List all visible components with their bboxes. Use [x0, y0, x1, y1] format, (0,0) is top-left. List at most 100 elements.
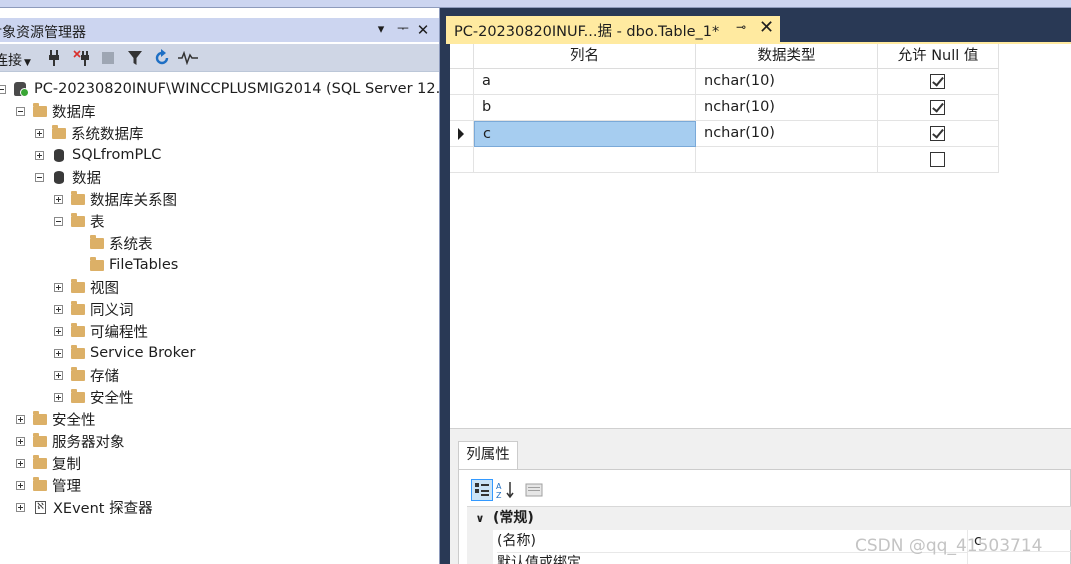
expand-icon[interactable] [35, 128, 44, 138]
tree-node[interactable]: 存储 [54, 364, 119, 386]
tree-node[interactable]: PC-20230820INUF\WINCCPLUSMIG2014 (SQL Se… [0, 78, 440, 100]
tree-node[interactable]: Service Broker [54, 342, 195, 364]
tree-node[interactable]: 安全性 [16, 408, 96, 430]
tree-node-label: 数据 [72, 170, 101, 187]
categorized-view-icon[interactable] [471, 479, 493, 501]
expand-icon[interactable] [16, 458, 25, 468]
allow-null-cell [878, 69, 999, 95]
expand-icon[interactable] [16, 480, 25, 490]
property-pages-icon[interactable] [523, 479, 545, 501]
tree-node[interactable]: SQLfromPLC [35, 144, 161, 166]
close-icon[interactable]: ✕ [414, 20, 432, 40]
tree-node[interactable]: 服务器对象 [16, 430, 125, 452]
data-type-cell[interactable] [696, 147, 878, 173]
expand-icon[interactable] [54, 304, 63, 314]
document-tab-title: PC-20230820INUF...据 - dbo.Table_1* [454, 24, 720, 40]
connect-dropdown-button[interactable]: 连接▼ [0, 50, 31, 70]
connect-plug-icon[interactable] [44, 48, 64, 68]
row-selector[interactable] [450, 121, 474, 147]
document-tab-table-designer[interactable]: PC-20230820INUF...据 - dbo.Table_1* ⊸ ✕ [446, 16, 780, 42]
svg-text:Z: Z [496, 491, 502, 499]
activity-monitor-icon[interactable] [178, 48, 198, 68]
column-name-cell[interactable]: a [474, 69, 696, 95]
folder-icon [90, 234, 104, 249]
refresh-icon[interactable] [152, 48, 172, 68]
watermark-text: CSDN @qq_41503714 [855, 536, 1043, 556]
column-name-cell[interactable] [474, 147, 696, 173]
tree-node[interactable]: 可编程性 [54, 320, 148, 342]
allow-null-checkbox[interactable] [930, 152, 945, 167]
tree-node-label: 系统数据库 [71, 126, 144, 143]
filter-icon[interactable] [125, 48, 145, 68]
xevent-icon: ℵ [35, 500, 46, 514]
properties-toolbar: AZ [467, 476, 1067, 502]
expand-icon[interactable] [54, 194, 63, 204]
expand-icon[interactable] [35, 150, 44, 160]
tree-node[interactable]: 数据库 [16, 100, 96, 122]
folder-icon [33, 454, 47, 469]
expand-icon[interactable] [54, 326, 63, 336]
tree-node[interactable]: ℵ XEvent 探查器 [16, 496, 153, 518]
tree-node[interactable]: 管理 [16, 474, 81, 496]
folder-icon [33, 102, 47, 117]
collapse-icon[interactable] [16, 106, 25, 116]
row-selector[interactable] [450, 69, 474, 95]
tree-node[interactable]: 复制 [16, 452, 81, 474]
object-explorer-toolbar: 连接▼ [0, 44, 439, 72]
collapse-icon[interactable] [0, 84, 6, 94]
expand-icon[interactable] [54, 282, 63, 292]
collapse-icon[interactable] [35, 172, 44, 182]
close-tab-icon[interactable]: ✕ [759, 17, 774, 38]
expand-icon[interactable] [16, 436, 25, 446]
pin-icon[interactable]: ᅮ [394, 20, 412, 40]
data-type-cell[interactable]: nchar(10) [696, 121, 878, 147]
tree-node-label: 视图 [90, 280, 119, 297]
tree-node[interactable]: 系统数据库 [35, 122, 144, 144]
chevron-down-icon: ▼ [24, 58, 31, 68]
object-explorer-title: 对象资源管理器 [0, 25, 86, 41]
data-type-cell[interactable]: nchar(10) [696, 95, 878, 121]
folder-icon [52, 124, 66, 139]
tree-node-label: PC-20230820INUF\WINCCPLUSMIG2014 (SQL Se… [34, 81, 440, 97]
column-name-cell[interactable]: c [474, 121, 696, 147]
column-header-allow-null[interactable]: 允许 Null 值 [878, 44, 999, 69]
allow-null-cell [878, 121, 999, 147]
tree-node[interactable]: 视图 [54, 276, 119, 298]
column-properties-tab[interactable]: 列属性 [458, 441, 518, 469]
folder-icon [71, 388, 85, 403]
column-name-cell[interactable]: b [474, 95, 696, 121]
pin-tab-icon[interactable]: ⊸ [736, 20, 746, 34]
tree-node[interactable]: 数据 [35, 166, 101, 188]
data-type-cell[interactable]: nchar(10) [696, 69, 878, 95]
tree-node[interactable]: 数据库关系图 [54, 188, 177, 210]
tree-node[interactable]: 同义词 [54, 298, 134, 320]
column-header-datatype[interactable]: 数据类型 [696, 44, 878, 69]
tree-node[interactable]: 安全性 [54, 386, 134, 408]
folder-icon [71, 366, 85, 381]
tree-node-label: XEvent 探查器 [53, 500, 153, 517]
row-selector[interactable] [450, 147, 474, 173]
expand-icon[interactable] [16, 414, 25, 424]
server-icon [14, 82, 29, 97]
expand-icon[interactable] [54, 348, 63, 358]
expand-icon[interactable] [54, 392, 63, 402]
expand-icon[interactable] [16, 502, 25, 512]
allow-null-checkbox[interactable] [930, 74, 945, 89]
collapse-icon[interactable] [54, 216, 63, 226]
alphabetical-sort-icon[interactable]: AZ [495, 479, 517, 501]
property-section-general[interactable]: ∨ (常规) [467, 506, 1071, 530]
tree-node-label: 服务器对象 [52, 434, 125, 451]
expand-icon[interactable] [54, 370, 63, 380]
row-selector[interactable] [450, 95, 474, 121]
stop-icon[interactable] [98, 48, 118, 68]
window-position-dropdown-icon[interactable]: ▾ [372, 20, 390, 40]
tree-node[interactable]: FileTables [73, 254, 178, 276]
chevron-down-icon[interactable]: ∨ [467, 507, 493, 530]
allow-null-checkbox[interactable] [930, 126, 945, 141]
tree-node[interactable]: 表 [54, 210, 105, 232]
allow-null-checkbox[interactable] [930, 100, 945, 115]
column-header-name[interactable]: 列名 [474, 44, 696, 69]
tree-node[interactable]: 系统表 [73, 232, 153, 254]
disconnect-plug-icon[interactable] [72, 48, 92, 68]
folder-icon [33, 432, 47, 447]
